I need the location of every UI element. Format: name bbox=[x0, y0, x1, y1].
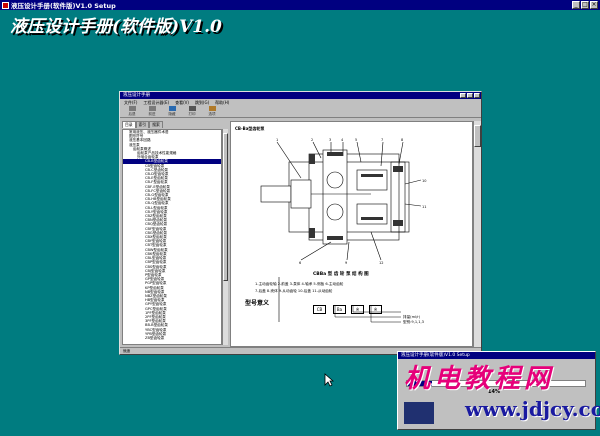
help-close-button[interactable] bbox=[474, 93, 480, 98]
svg-text:11: 11 bbox=[422, 205, 426, 209]
setup-banner-title: 液压设计手册(软件版)V1.0 bbox=[10, 17, 222, 37]
model-note-type: 型别:9,1,1,3 bbox=[403, 320, 424, 324]
print-button[interactable]: 打印 bbox=[184, 106, 200, 117]
tree-item[interactable]: ZB型齿轮泵 bbox=[123, 336, 221, 340]
setup-window-title: 液压设计手册(软件版)V1.0 Setup bbox=[11, 2, 116, 10]
svg-text:2: 2 bbox=[311, 138, 313, 142]
svg-text:6: 6 bbox=[299, 261, 301, 265]
model-code-box-2: Ba bbox=[333, 305, 346, 314]
back-button[interactable]: 后退 bbox=[124, 106, 140, 117]
svg-text:3: 3 bbox=[329, 138, 331, 142]
watermark-logo: 机电教程网 bbox=[404, 364, 555, 394]
minimize-button[interactable]: _ bbox=[572, 1, 580, 9]
menu-design[interactable]: 工程设计器(E) bbox=[143, 99, 169, 106]
help-minimize-button[interactable] bbox=[460, 93, 466, 98]
svg-text:1: 1 bbox=[276, 138, 278, 142]
tree-scroll-thumb[interactable] bbox=[223, 133, 228, 281]
hide-button[interactable]: 隐藏 bbox=[164, 106, 180, 117]
tab-contents[interactable]: 目录 bbox=[122, 121, 136, 128]
hide-pane-icon bbox=[168, 106, 176, 111]
help-window-title: 液压设计手册 bbox=[123, 93, 150, 98]
content-scroll-thumb[interactable] bbox=[474, 125, 481, 147]
figure-legend-line-2: 7-后盖 8-壳体 9-从动齿轮 10-后盖 11-从动齿轮 bbox=[255, 289, 333, 293]
contents-tree: 常用液压、液压器件术语 图形符号 液压基本回路 液压泵 齿轮泵概述 齿轮泵产品技术性能规格… bbox=[122, 129, 222, 345]
help-toolbar: 后退 前进 隐藏 打印 选项 bbox=[120, 106, 481, 118]
printer-icon bbox=[188, 106, 196, 111]
help-maximize-button[interactable] bbox=[467, 93, 473, 98]
model-meaning-title: 型号意义 bbox=[245, 300, 270, 307]
tree-scrollbar[interactable] bbox=[222, 129, 228, 345]
figure-caption: CBBa 型 齿 轮 泵 结 构 图 bbox=[313, 272, 369, 277]
svg-text:9: 9 bbox=[345, 261, 347, 265]
svg-text:4: 4 bbox=[341, 138, 344, 142]
help-window-title-bar: 液压设计手册 bbox=[120, 92, 481, 99]
nav-tabs: 目录 索引 搜索 bbox=[122, 121, 228, 128]
svg-text:7: 7 bbox=[381, 138, 383, 142]
svg-text:10: 10 bbox=[422, 179, 426, 183]
watermark-url: www.jdjcy.com bbox=[465, 397, 600, 421]
tab-index[interactable]: 索引 bbox=[135, 121, 150, 128]
menu-file[interactable]: 文件(F) bbox=[124, 99, 137, 106]
content-scrollbar[interactable] bbox=[473, 121, 481, 347]
options-icon bbox=[208, 106, 216, 111]
svg-text:5: 5 bbox=[355, 138, 357, 142]
model-code-box-3: ※ bbox=[351, 305, 364, 314]
menu-help[interactable]: 帮助(H) bbox=[215, 99, 229, 106]
help-window: 液压设计手册 文件(F) 工程设计器(E) 查看(V) 跳到(G) 帮助(H) … bbox=[119, 91, 482, 355]
menu-view[interactable]: 查看(V) bbox=[175, 99, 189, 106]
model-code-box-1: CB bbox=[313, 305, 326, 314]
topic-content-pane: CB-Ba型齿轮泵 1 2 3 4 5 7 8 10 11 6 9 12 CBB… bbox=[230, 121, 473, 347]
back-arrow-icon bbox=[128, 106, 136, 111]
navigation-pane: 目录 索引 搜索 常用液压、液压器件术语 图形符号 液压基本回路 液压泵 齿轮泵概述 齿轮… bbox=[122, 121, 228, 347]
svg-text:8: 8 bbox=[401, 138, 403, 142]
help-menu-bar: 文件(F) 工程设计器(E) 查看(V) 跳到(G) 帮助(H) bbox=[120, 99, 481, 106]
close-button[interactable]: × bbox=[590, 1, 598, 9]
setup-title-bar: 液压设计手册(软件版)V1.0 Setup _ □ × bbox=[0, 0, 600, 10]
setup-app-icon bbox=[2, 1, 9, 9]
mouse-cursor-icon bbox=[324, 373, 334, 387]
svg-text:12: 12 bbox=[379, 261, 383, 265]
installer-graphic bbox=[404, 402, 434, 424]
menu-goto[interactable]: 跳到(G) bbox=[195, 99, 209, 106]
model-code-box-4: ※ bbox=[369, 305, 382, 314]
maximize-button[interactable]: □ bbox=[581, 1, 589, 9]
forward-arrow-icon bbox=[148, 106, 156, 111]
forward-button[interactable]: 前进 bbox=[144, 106, 160, 117]
figure-legend-line-1: 1-主动齿轮轴 2-前盖 3-泵体 4-轴承 5-侧板 6-主动齿轮 bbox=[255, 282, 344, 286]
tab-search[interactable]: 搜索 bbox=[149, 121, 163, 128]
options-button[interactable]: 选项 bbox=[204, 106, 220, 117]
